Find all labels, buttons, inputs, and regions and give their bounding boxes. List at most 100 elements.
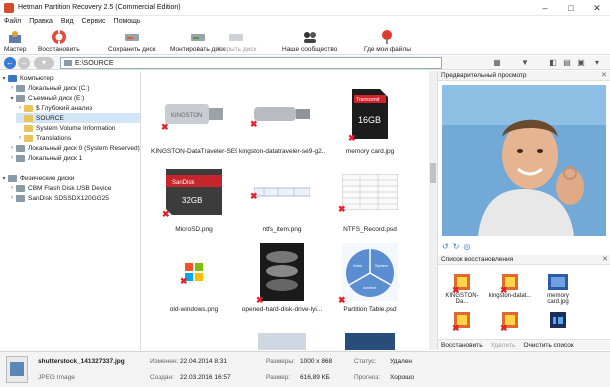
expand-icon[interactable]: › — [8, 155, 16, 161]
menu-view[interactable]: Вид — [61, 18, 74, 25]
restore-list-button[interactable]: Восстановить — [441, 342, 483, 349]
preview-pane: Предварительный просмотр ✕ ↺ ↻ ◎ Список … — [437, 71, 610, 350]
hdd-save-icon — [124, 34, 139, 41]
history-dropdown[interactable]: ▾ — [34, 57, 54, 69]
close-disk-label: Закрыть диск — [216, 46, 257, 53]
tree-physical-disks[interactable]: ▾ Физические диски — [0, 173, 74, 183]
recovery-item[interactable]: memory card.jpg — [536, 271, 580, 305]
tree-translations[interactable]: › Translations — [16, 133, 71, 143]
tree-source[interactable]: SOURCE — [16, 113, 140, 123]
tree-label: Физические диски — [20, 174, 75, 182]
scrollbar-thumb[interactable] — [430, 163, 436, 183]
maximize-button[interactable]: □ — [558, 0, 584, 16]
close-disk-button[interactable]: Закрыть диск — [216, 27, 256, 55]
file-item[interactable]: ✖ opened-hard-disk-drive-lyi... — [239, 243, 325, 313]
collapse-icon[interactable]: ▾ — [0, 175, 8, 182]
file-item[interactable] — [327, 333, 413, 350]
view-mode-icon[interactable]: ▦ — [492, 58, 502, 68]
expand-icon[interactable]: › — [8, 195, 16, 201]
menu-service[interactable]: Сервис — [82, 18, 106, 25]
expand-icon[interactable]: › — [8, 85, 16, 91]
recovery-item[interactable]: ✖ KINGSTON-Da... — [440, 271, 484, 305]
recovery-item[interactable]: ✖ — [488, 309, 532, 333]
recovery-item[interactable]: ✖ — [440, 309, 484, 333]
menu-help[interactable]: Помощь — [114, 18, 141, 25]
close-recovery-icon[interactable]: ✕ — [602, 255, 608, 263]
tree-local-disk-0[interactable]: › Локальный диск 0 (System Reserved) — [8, 143, 140, 153]
rotate-right-icon[interactable]: ↻ — [453, 242, 460, 251]
tree-deep-analysis[interactable]: › $ Глубокий анализ — [16, 103, 92, 113]
menu-file[interactable]: Файл — [4, 18, 21, 25]
file-item[interactable]: KINGSTON ✖ KINGSTON-DataTraveler-SE9... — [151, 85, 237, 155]
recovery-item[interactable] — [536, 309, 580, 331]
window-title: Hetman Partition Recovery 2.5 (Commercia… — [18, 4, 181, 11]
minimize-button[interactable]: – — [532, 0, 558, 16]
wizard-icon — [9, 31, 22, 43]
collapse-icon[interactable]: ▾ — [8, 95, 16, 102]
forward-button[interactable]: → — [18, 57, 30, 69]
deleted-mark-icon: ✖ — [162, 209, 170, 219]
status-bar: shutterstock_141327337.jpg JPEG Image Из… — [0, 351, 610, 387]
file-item[interactable]: ✖ kingston-datatraveler-se9-g2... — [239, 85, 325, 155]
deleted-mark-icon: ✖ — [348, 133, 356, 143]
where-files-button[interactable]: Где мои файлы — [364, 27, 411, 55]
folder-icon — [24, 104, 33, 112]
file-name: ntfs_item.png — [262, 226, 302, 233]
master-button[interactable]: Мастер — [4, 27, 27, 55]
created-value: 22.03.2016 16:57 — [180, 374, 231, 381]
file-name: MicroSD.png — [175, 226, 213, 233]
filter-icon[interactable]: ▼ — [520, 58, 530, 68]
tree-label: $ Глубокий анализ — [36, 104, 93, 112]
recovery-item[interactable]: ✖ kingston-datat... — [488, 271, 532, 299]
tree-cbm-flash[interactable]: › CBM Flash Disk USB Device — [8, 183, 111, 193]
close-preview-icon[interactable]: ✕ — [601, 71, 607, 79]
tree-label: System Volume Information — [36, 124, 116, 132]
created-label: Создан: — [150, 374, 174, 381]
drive-icon — [16, 94, 25, 102]
file-item[interactable]: ✖ ntfs_item.png — [239, 163, 325, 233]
expand-icon[interactable]: › — [16, 105, 24, 111]
file-item[interactable]: Work System Archive ✖ Partition Table.psd — [327, 243, 413, 313]
rotate-left-icon[interactable]: ↺ — [442, 242, 449, 251]
file-item[interactable]: Transcend 16GB ✖ memory card.jpg — [327, 85, 413, 155]
expand-icon[interactable]: › — [8, 145, 16, 151]
tree-sandisk-ssd[interactable]: › SanDisk SDSSDX120GG25 — [8, 193, 109, 203]
tree-computer[interactable]: ▾ Компьютер — [0, 73, 54, 83]
tree-drive-c[interactable]: › Локальный диск (C:) — [8, 83, 90, 93]
collapse-icon[interactable]: ▾ — [0, 75, 8, 82]
columns-icon[interactable]: ▣ — [576, 58, 586, 68]
expand-icon[interactable]: › — [16, 135, 24, 141]
folder-icon — [24, 114, 33, 122]
tree-drive-e[interactable]: ▾ Съемный диск (E:) — [8, 93, 84, 103]
back-button[interactable]: ← — [4, 57, 16, 69]
file-item[interactable]: SanDisk 32GB ✖ MicroSD.png — [151, 163, 237, 233]
status-filetype: JPEG Image — [38, 374, 75, 381]
delete-list-button[interactable]: Удалить — [491, 342, 516, 349]
menu-edit[interactable]: Правка — [29, 18, 53, 25]
preview-toggle-icon[interactable]: ◧ — [548, 58, 558, 68]
file-item[interactable]: ✖ old-windows.png — [151, 243, 237, 313]
options-icon[interactable]: ▾ — [592, 58, 602, 68]
file-item[interactable]: ✖ NTFS_Record.psd — [327, 163, 413, 233]
community-button[interactable]: Наше сообщество — [282, 27, 337, 55]
file-name: memory card.jpg — [345, 148, 395, 155]
file-item[interactable] — [239, 333, 325, 350]
preview-image — [442, 85, 606, 236]
tree-system-volume[interactable]: System Volume Information — [16, 123, 115, 133]
grid-scrollbar[interactable] — [429, 71, 437, 350]
tree-label: SanDisk SDSSDX120GG25 — [28, 194, 109, 202]
where-files-label: Где мои файлы — [364, 46, 411, 53]
save-disk-button[interactable]: Сохранить диск — [108, 27, 156, 55]
folder-icon — [24, 134, 33, 142]
clear-list-button[interactable]: Очистить список — [523, 342, 573, 349]
close-button[interactable]: ✕ — [584, 0, 610, 16]
recovery-list-icon[interactable]: ▤ — [562, 58, 572, 68]
file-thumbnail — [345, 333, 395, 350]
fit-icon[interactable]: ◎ — [463, 242, 470, 251]
tree-local-disk-1[interactable]: › Локальный диск 1 — [8, 153, 82, 163]
deleted-mark-icon: ✖ — [338, 204, 346, 214]
expand-icon[interactable]: › — [8, 185, 16, 191]
restore-button[interactable]: Восстановить — [38, 27, 80, 55]
preview-header: Предварительный просмотр ✕ — [438, 71, 610, 81]
address-input[interactable]: E:\SOURCE — [60, 57, 442, 69]
